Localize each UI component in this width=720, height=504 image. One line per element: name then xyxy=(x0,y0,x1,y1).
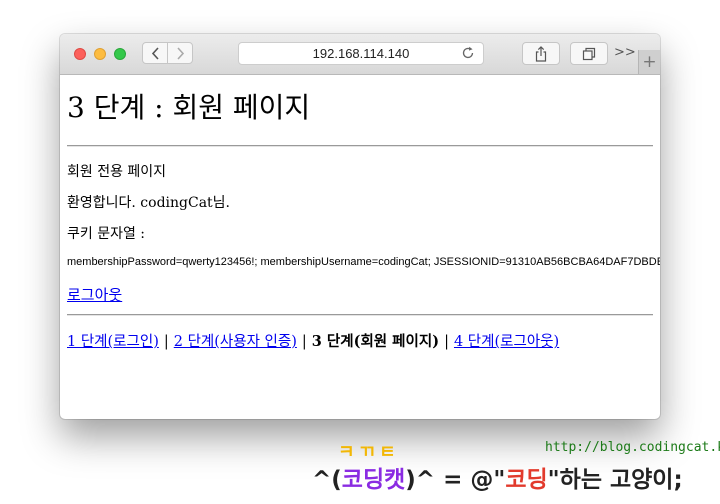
page-content: 3 단계 : 회원 페이지 회원 전용 페이지 환영합니다. codingCat… xyxy=(60,75,660,419)
slogan-mid: )^ = @" xyxy=(405,467,506,493)
step4-logout-link[interactable]: 4 단계(로그아웃) xyxy=(454,334,559,350)
chevron-right-icon xyxy=(176,46,184,60)
step2-auth-link[interactable]: 2 단계(사용자 인증) xyxy=(174,334,297,350)
forward-button[interactable] xyxy=(167,42,193,64)
reload-icon[interactable] xyxy=(461,46,475,60)
show-tabs-button[interactable] xyxy=(570,42,608,65)
maximize-window-button[interactable] xyxy=(114,48,126,60)
minimize-window-button[interactable] xyxy=(94,48,106,60)
slogan-suffix: "하는 고양이; xyxy=(547,467,683,493)
nav-separator: | xyxy=(301,334,307,350)
horizontal-rule xyxy=(67,314,653,316)
cookie-label: 쿠키 문자열 : xyxy=(67,226,146,242)
logout-link[interactable]: 로그아웃 xyxy=(67,284,122,305)
browser-toolbar: 192.168.114.140 >> xyxy=(60,34,660,75)
share-icon xyxy=(535,45,547,62)
nav-separator: | xyxy=(444,334,449,350)
address-text: 192.168.114.140 xyxy=(312,46,410,61)
horizontal-rule xyxy=(67,145,653,147)
browser-window: 192.168.114.140 >> + 3 단계 : 회원 페이지 회원 전용… xyxy=(60,34,660,419)
welcome-text: 환영합니다. codingCat님. xyxy=(67,195,231,211)
nav-separator: | xyxy=(163,334,169,350)
page-title: 3 단계 : 회원 페이지 xyxy=(67,91,311,124)
more-toolbar-items-button[interactable]: >> xyxy=(614,45,636,60)
chevron-left-icon xyxy=(151,46,159,60)
members-only-text: 회원 전용 페이지 xyxy=(67,164,167,180)
step3-current-page: 3 단계(회원 페이지) xyxy=(311,333,440,350)
address-bar[interactable]: 192.168.114.140 xyxy=(238,42,484,65)
step1-login-link[interactable]: 1 단계(로그인) xyxy=(67,334,159,350)
close-window-button[interactable] xyxy=(74,48,86,60)
slogan-code: 코딩 xyxy=(505,467,548,493)
tabs-overview-icon xyxy=(582,47,596,60)
back-button[interactable] xyxy=(142,42,168,64)
step-navigation: 1 단계(로그인) | 2 단계(사용자 인증) | 3 단계(회원 페이지) | 4 단계… xyxy=(67,330,559,351)
watermark-url: http://blog.codingcat.kr/ xyxy=(545,440,720,455)
new-tab-button[interactable]: + xyxy=(638,50,660,74)
slogan-name: 코딩캣 xyxy=(341,467,406,493)
slogan-prefix: ^( xyxy=(312,467,342,493)
cookie-string: membershipPassword=qwerty123456!; member… xyxy=(67,256,660,268)
share-button[interactable] xyxy=(522,42,560,65)
watermark-slogan: ^(코딩캣)^ = @"코딩"하는 고양이; xyxy=(312,460,683,494)
